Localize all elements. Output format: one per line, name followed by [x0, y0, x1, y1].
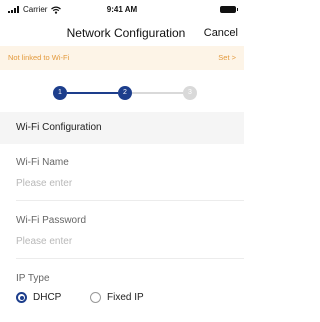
- cancel-button[interactable]: Cancel: [204, 27, 238, 39]
- banner-set-link[interactable]: Set >: [218, 53, 236, 62]
- wifi-status-banner[interactable]: Not linked to Wi-Fi Set >: [0, 46, 244, 70]
- status-time: 9:41 AM: [106, 5, 138, 14]
- wifi-name-input[interactable]: [16, 176, 228, 190]
- step-connector-pending: [132, 92, 183, 94]
- radio-unselected-icon: [90, 292, 101, 303]
- step-connector-completed: [67, 92, 118, 94]
- step-1-indicator: 1: [53, 86, 67, 100]
- radio-label: DHCP: [33, 292, 62, 303]
- step-3-indicator: 3: [183, 86, 197, 100]
- ip-type-dhcp-radio[interactable]: DHCP: [16, 292, 61, 303]
- nav-bar: Network Configuration Cancel: [0, 20, 244, 46]
- ip-type-label: IP Type: [16, 273, 50, 284]
- banner-text: Not linked to Wi-Fi: [8, 53, 70, 62]
- wifi-password-input[interactable]: [16, 234, 228, 248]
- progress-stepper: 1 2 3: [0, 82, 244, 102]
- wifi-name-label: Wi-Fi Name: [16, 157, 69, 168]
- wifi-password-label: Wi-Fi Password: [16, 215, 87, 226]
- divider: [16, 258, 244, 259]
- radio-label: Fixed IP: [107, 292, 144, 303]
- section-header: Wi-Fi Configuration: [0, 112, 244, 144]
- status-bar: Carrier 9:41 AM: [0, 0, 244, 20]
- divider: [16, 200, 244, 201]
- radio-selected-icon: [16, 292, 27, 303]
- section-title: Wi-Fi Configuration: [16, 122, 102, 133]
- step-2-indicator: 2: [118, 86, 132, 100]
- ip-type-fixed-radio[interactable]: Fixed IP: [90, 292, 144, 303]
- battery-icon: [220, 6, 238, 13]
